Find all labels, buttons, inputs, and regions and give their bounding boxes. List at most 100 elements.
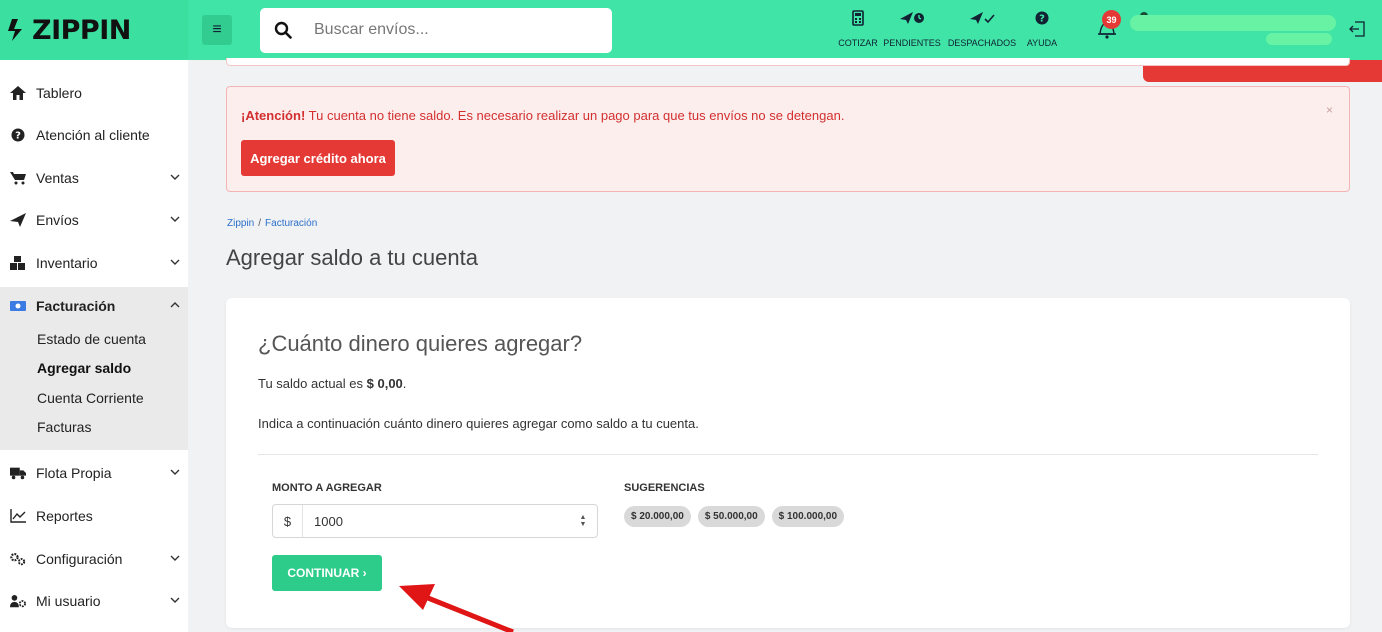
amount-label: MONTO A AGREGAR <box>272 482 382 494</box>
add-credit-button[interactable]: Agregar crédito ahora <box>241 140 395 176</box>
search-box[interactable] <box>260 7 612 53</box>
sidebar-item-reportes[interactable]: Reportes <box>0 495 188 537</box>
sidebar-item-label: Ventas <box>36 170 79 186</box>
nav-ayuda[interactable]: ? AYUDA <box>1020 8 1064 52</box>
sidebar-item-configuracion[interactable]: Configuración <box>0 538 188 580</box>
amount-stepper[interactable]: ▲ ▼ <box>569 514 597 528</box>
close-icon[interactable]: × <box>1326 103 1333 117</box>
logo[interactable]: ZIPPIN <box>0 0 188 60</box>
stepper-up-icon[interactable]: ▲ <box>580 514 587 521</box>
annotation-arrow-icon <box>399 584 514 632</box>
chevron-down-icon <box>170 174 180 180</box>
chevron-down-icon <box>170 555 180 561</box>
nav-cotizar[interactable]: COTIZAR <box>836 8 880 52</box>
chevron-down-icon <box>170 597 180 603</box>
nav-pendientes[interactable]: PENDIENTES <box>880 8 944 52</box>
balance-value: $ 0,00 <box>366 376 403 391</box>
sidebar-item-envios[interactable]: Envíos <box>0 199 188 241</box>
current-balance-text: Tu saldo actual es $ 0,00. <box>258 376 406 391</box>
user-cog-icon <box>10 593 26 609</box>
nav-label: PENDIENTES <box>883 38 941 48</box>
user-email-redacted <box>1266 33 1332 45</box>
balance-suffix: . <box>402 376 407 391</box>
sidebar-item-atencion[interactable]: ? Atención al cliente <box>0 114 188 156</box>
sidebar-item-label: Flota Propia <box>36 465 112 481</box>
zippin-logo-icon <box>8 19 22 41</box>
brand-name: ZIPPIN <box>32 14 131 46</box>
sidebar-item-label: Envíos <box>36 212 79 228</box>
sidebar-item-ventas[interactable]: Ventas <box>0 157 188 199</box>
paper-plane-clock-icon <box>899 8 925 28</box>
question-circle-icon: ? <box>1035 8 1049 28</box>
svg-text:?: ? <box>15 131 21 142</box>
sidebar-item-label: Facturación <box>36 298 116 314</box>
sidebar-item-inventario[interactable]: Inventario <box>0 242 188 284</box>
breadcrumb-separator: / <box>258 218 262 229</box>
cogs-icon <box>10 551 26 567</box>
hamburger-icon: ≡ <box>212 21 222 38</box>
svg-text:?: ? <box>1039 14 1045 25</box>
top-bar: ZIPPIN ≡ COTIZAR PENDIENTES DESPACHA <box>0 0 1382 60</box>
calculator-icon <box>852 8 864 28</box>
logout-icon[interactable] <box>1348 20 1366 38</box>
suggestion-chip-100000[interactable]: $ 100.000,00 <box>771 506 845 527</box>
top-nav: COTIZAR PENDIENTES DESPACHADOS ? AYUDA <box>836 8 1064 52</box>
sidebar-item-facturacion[interactable]: Facturación <box>0 285 188 327</box>
paper-plane-icon <box>10 212 26 228</box>
sidebar-item-flota-propia[interactable]: Flota Propia <box>0 452 188 494</box>
sidebar-item-label: Tablero <box>36 85 82 101</box>
chevron-up-icon <box>170 302 180 308</box>
chevron-down-icon <box>170 216 180 222</box>
amount-input[interactable] <box>303 513 569 529</box>
truck-icon <box>10 465 26 481</box>
alert-no-balance: ¡Atención! Tu cuenta no tiene saldo. Es … <box>226 86 1350 192</box>
sidebar-subitem-estado-de-cuenta[interactable]: Estado de cuenta <box>37 331 146 347</box>
amount-field: $ ▲▼ <box>272 504 598 538</box>
home-icon <box>10 85 26 101</box>
chart-line-icon <box>10 508 26 524</box>
chevron-down-icon <box>170 259 180 265</box>
nav-label: DESPACHADOS <box>947 38 1017 48</box>
divider <box>258 454 1318 455</box>
alert-strong: ¡Atención! <box>241 108 306 123</box>
sidebar-item-label: Configuración <box>36 551 123 567</box>
suggestion-chip-50000[interactable]: $ 50.000,00 <box>697 506 765 527</box>
sidebar-item-label: Mi usuario <box>36 593 101 609</box>
search-icon <box>274 21 292 39</box>
instructions-text: Indica a continuación cuánto dinero quie… <box>258 416 699 431</box>
search-input[interactable] <box>314 21 574 39</box>
suggestions-label: SUGERENCIAS <box>624 482 705 494</box>
chevron-down-icon <box>170 469 180 475</box>
sidebar: Tablero ? Atención al cliente Ventas Env… <box>0 60 188 632</box>
add-balance-card: ¿Cuánto dinero quieres agregar? Tu saldo… <box>226 298 1350 628</box>
nav-label: COTIZAR <box>838 38 878 48</box>
nav-despachados[interactable]: DESPACHADOS <box>944 8 1020 52</box>
previous-card-edge <box>226 58 1350 66</box>
user-name-redacted <box>1130 15 1336 31</box>
sidebar-item-tablero[interactable]: Tablero <box>0 72 188 114</box>
breadcrumb: Zippin / Facturación <box>227 218 317 229</box>
breadcrumb-current[interactable]: Facturación <box>265 218 317 229</box>
currency-prefix: $ <box>273 505 303 537</box>
sidebar-subitem-cuenta-corriente[interactable]: Cuenta Corriente <box>37 390 144 406</box>
paper-plane-check-icon <box>969 8 995 28</box>
suggestion-chip-20000[interactable]: $ 20.000,00 <box>624 506 691 527</box>
sidebar-subitem-facturas[interactable]: Facturas <box>37 419 91 435</box>
question-circle-icon: ? <box>10 127 26 143</box>
balance-prefix: Tu saldo actual es <box>258 376 367 391</box>
cart-icon <box>10 170 26 186</box>
sidebar-item-label: Reportes <box>36 508 93 524</box>
page-title: Agregar saldo a tu cuenta <box>226 245 478 270</box>
stepper-down-icon[interactable]: ▼ <box>580 521 587 528</box>
sidebar-item-label: Inventario <box>36 255 98 271</box>
boxes-icon <box>10 255 26 271</box>
notification-badge: 39 <box>1102 10 1121 29</box>
breadcrumb-home[interactable]: Zippin <box>227 218 254 229</box>
alert-message: ¡Atención! Tu cuenta no tiene saldo. Es … <box>241 108 844 123</box>
sidebar-subitem-agregar-saldo[interactable]: Agregar saldo <box>37 360 131 376</box>
continue-button[interactable]: CONTINUAR › <box>272 555 382 591</box>
sidebar-item-label: Atención al cliente <box>36 127 150 143</box>
menu-toggle-button[interactable]: ≡ <box>202 15 232 45</box>
sidebar-item-mi-usuario[interactable]: Mi usuario <box>0 580 188 622</box>
nav-label: AYUDA <box>1026 38 1058 48</box>
